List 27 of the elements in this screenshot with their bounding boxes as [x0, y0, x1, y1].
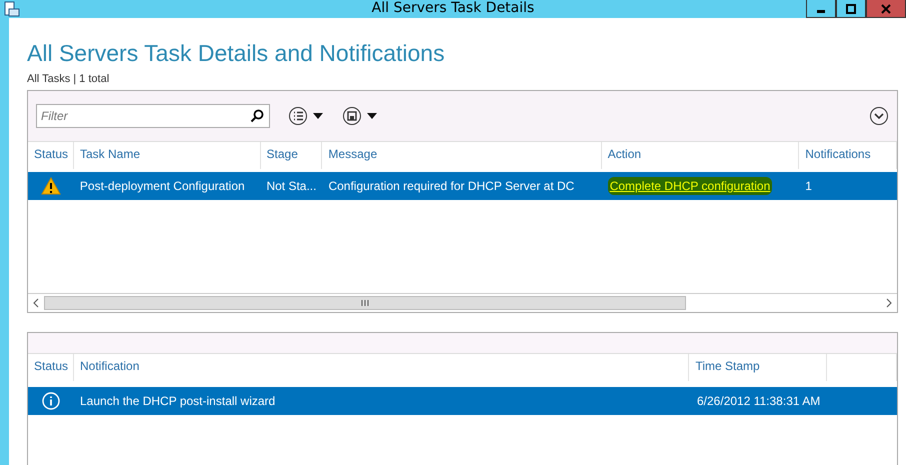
filter-field[interactable]: Filter [36, 104, 270, 128]
expand-button[interactable] [869, 106, 889, 126]
table-cell-text: Post-deployment Configuration [78, 179, 246, 193]
close-button[interactable] [866, 0, 906, 18]
grip-icon [360, 299, 370, 307]
maximize-icon [846, 4, 856, 14]
action-link[interactable]: Complete DHCP configuration [608, 177, 772, 195]
maximize-button[interactable] [836, 0, 866, 18]
minimize-icon [817, 10, 825, 13]
page-heading: All Servers Task Details and Notifications [27, 40, 446, 67]
table-row[interactable]: Launch the DHCP post-install wizard 6/26/2012 11:38:31 AM [28, 387, 897, 415]
horizontal-scrollbar[interactable] [28, 293, 897, 312]
task-count: All Tasks | 1 total [27, 73, 110, 85]
info-icon [42, 392, 60, 410]
table-cell-text: Configuration required for DHCP Server at DC [327, 179, 576, 193]
minimize-button[interactable] [806, 0, 836, 18]
window-title: All Servers Task Details [372, 0, 534, 16]
warning-icon [40, 177, 61, 195]
table-cell-text: Not Sta... [265, 179, 318, 193]
list-view-button[interactable] [288, 106, 324, 126]
table-cell-text: 6/26/2012 11:38:31 AM [696, 394, 822, 408]
close-icon [881, 4, 891, 14]
save-button[interactable] [342, 106, 378, 126]
table-cell-text: 1 [804, 179, 813, 193]
table-row[interactable]: Post-deployment Configuration Not Sta... Configuration required for DHCP Server at DC Complete DHCP configuration 1 [28, 172, 897, 200]
search-icon [250, 109, 264, 123]
table-cell-text: Launch the DHCP post-install wizard [79, 394, 276, 408]
